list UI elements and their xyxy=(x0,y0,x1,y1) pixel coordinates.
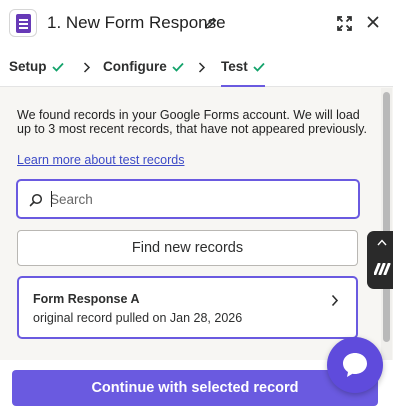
tab-test[interactable]: Test xyxy=(221,48,265,87)
intro-text: We found records in your Google Forms ac… xyxy=(17,108,367,136)
record-subtitle: original record pulled on Jan 28, 2026 xyxy=(33,311,243,325)
chevron-up-icon xyxy=(377,239,387,246)
chevron-right-icon xyxy=(83,62,91,73)
tab-setup[interactable]: Setup xyxy=(9,48,64,87)
modal-header: 1. New Form Response xyxy=(0,0,393,48)
record-title: Form Response A xyxy=(33,292,140,306)
learn-more-link[interactable]: Learn more about test records xyxy=(17,153,184,167)
step-tabs: Setup Configure Test xyxy=(0,48,393,87)
scrollbar[interactable] xyxy=(381,88,392,360)
chat-launcher-button[interactable] xyxy=(327,337,383,393)
pencil-icon[interactable] xyxy=(203,15,219,31)
google-forms-icon xyxy=(9,9,37,37)
side-widget-tab[interactable] xyxy=(367,231,393,289)
chevron-right-icon xyxy=(198,62,206,73)
check-icon xyxy=(51,62,64,72)
tab-label: Configure xyxy=(103,59,167,74)
tab-label: Setup xyxy=(9,59,47,74)
find-new-records-button[interactable]: Find new records xyxy=(17,230,358,266)
check-icon xyxy=(253,62,265,72)
check-icon xyxy=(172,62,184,72)
widget-logo-icon xyxy=(374,263,391,275)
chevron-right-icon xyxy=(331,294,339,307)
scrollbar-thumb[interactable] xyxy=(383,92,390,342)
search-input[interactable] xyxy=(50,189,345,209)
text-caret xyxy=(51,191,52,207)
step-title: 1. New Form Response xyxy=(47,13,226,32)
close-icon[interactable] xyxy=(367,16,379,28)
search-box[interactable] xyxy=(16,179,360,219)
tab-label: Test xyxy=(221,59,248,74)
chat-icon xyxy=(343,353,367,377)
search-icon xyxy=(29,193,43,207)
record-card[interactable]: Form Response A original record pulled o… xyxy=(17,276,358,339)
expand-icon[interactable] xyxy=(337,16,352,31)
continue-button[interactable]: Continue with selected record xyxy=(12,370,378,406)
tab-configure[interactable]: Configure xyxy=(103,48,184,87)
